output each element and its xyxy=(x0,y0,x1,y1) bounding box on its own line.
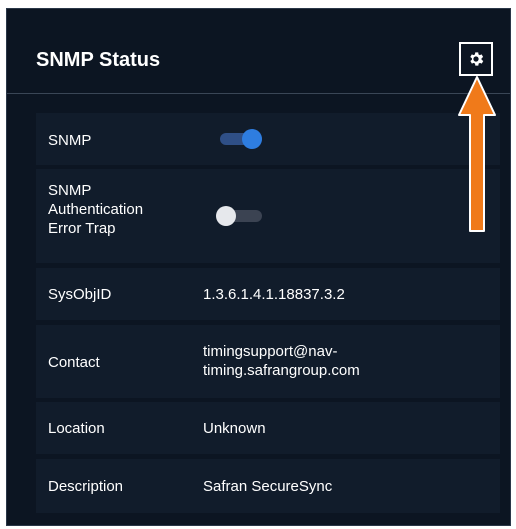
row-label-line: SNMP xyxy=(48,182,92,199)
row-label: Location xyxy=(48,420,105,437)
row-label-line: Authentication xyxy=(48,201,144,218)
row-value-line: timing.safrangroup.com xyxy=(203,362,360,379)
panel-header: SNMP Status xyxy=(7,9,510,94)
row-contact: Contact timingsupport@nav- timing.safran… xyxy=(36,325,500,398)
snmp-toggle[interactable] xyxy=(216,129,262,149)
row-label: Description xyxy=(48,478,124,495)
row-location: Location Unknown xyxy=(36,402,500,454)
toggle-knob xyxy=(216,206,236,226)
toggle-knob xyxy=(242,129,262,149)
row-label-line: Error Trap xyxy=(48,220,116,237)
row-value: Safran SecureSync xyxy=(203,478,333,495)
row-snmp: SNMP xyxy=(36,113,500,165)
row-value: 1.3.6.1.4.1.18837.3.2 xyxy=(203,286,345,303)
arrow-up-icon xyxy=(458,76,496,232)
panel-title: SNMP Status xyxy=(36,49,161,71)
snmp-status-panel: SNMP Status SNMP SNMP Authentication Err… xyxy=(6,8,511,526)
row-label: SysObjID xyxy=(48,286,112,303)
row-label: SNMP xyxy=(48,132,92,149)
row-label: SNMP Authentication Error Trap xyxy=(48,181,143,238)
row-label: Contact xyxy=(48,354,100,371)
row-value: Unknown xyxy=(203,420,266,437)
row-description: Description Safran SecureSync xyxy=(36,459,500,513)
row-snmp-auth-trap: SNMP Authentication Error Trap xyxy=(36,169,500,263)
settings-button[interactable] xyxy=(459,42,493,76)
gear-icon xyxy=(470,52,484,66)
row-value: timingsupport@nav- timing.safrangroup.co… xyxy=(203,342,360,380)
row-sysobjid: SysObjID 1.3.6.1.4.1.18837.3.2 xyxy=(36,268,500,320)
auth-error-trap-toggle[interactable] xyxy=(216,206,262,226)
row-value-line: timingsupport@nav- xyxy=(203,343,338,360)
